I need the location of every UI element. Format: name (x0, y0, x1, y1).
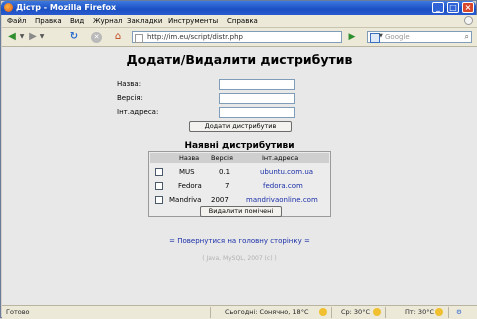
firefox-icon (4, 3, 13, 12)
status-separator (210, 307, 211, 318)
menu-help[interactable]: Справка (227, 17, 258, 25)
magnifier-icon[interactable]: ⌕ (465, 32, 469, 42)
address-label: Інт.адреса: (117, 108, 159, 116)
menu-tools[interactable]: Инструменты (168, 17, 218, 25)
menu-bar: Файл Правка Вид Журнал Закладки Инструме… (2, 15, 477, 28)
url-text[interactable]: http://im.eu/script/distr.php (147, 33, 243, 41)
row-name: MUS (179, 168, 195, 176)
weather-wednesday[interactable]: Ср: 30°C (341, 308, 370, 316)
version-field[interactable] (219, 93, 295, 104)
address-bar[interactable]: http://im.eu/script/distr.php (132, 31, 342, 43)
row-version: 7 (225, 182, 230, 190)
back-to-home-link[interactable]: = Повернутися на головну сторінку = (2, 237, 477, 245)
back-arrow-icon[interactable]: ◀ (5, 31, 19, 43)
weather-thursday[interactable]: Пт: 30°C (405, 308, 434, 316)
distributions-table: Назва Версія Інт.адреса MUS 0.1 ubuntu.c… (148, 151, 331, 217)
version-label: Версія: (117, 94, 143, 102)
menu-file[interactable]: Файл (7, 17, 26, 25)
window-title: Дістр - Mozilla Firefox (16, 3, 117, 12)
status-separator (331, 307, 332, 318)
row-checkbox[interactable] (155, 168, 163, 176)
delete-selected-button[interactable]: Видалити помічені (200, 206, 282, 217)
page-content: Додати/Видалити дистрибутив Назва: Версі… (2, 47, 477, 305)
menu-history[interactable]: Журнал (93, 17, 122, 25)
title-bar: Дістр - Mozilla Firefox _ □ × (1, 1, 476, 15)
row-address-link[interactable]: fedora.com (263, 182, 303, 190)
row-version: 0.1 (219, 168, 231, 176)
row-checkbox[interactable] (155, 182, 163, 190)
row-version: 2007 (211, 196, 229, 204)
row-name: Fedora (178, 182, 202, 190)
sun-icon (435, 308, 443, 316)
column-address: Інт.адреса (262, 154, 299, 162)
status-bar: Готово Сьогодні: Сонячно, 18°C Ср: 30°C … (2, 305, 477, 319)
weather-today[interactable]: Сьогодні: Сонячно, 18°C (225, 308, 308, 316)
page-title: Додати/Видалити дистрибутив (126, 52, 353, 67)
row-address-link[interactable]: ubuntu.com.ua (260, 168, 313, 176)
page-icon (135, 34, 143, 43)
close-button[interactable]: × (462, 2, 474, 13)
add-distribution-button[interactable]: Додати дистрибутив (189, 121, 292, 132)
engine-dropdown-icon[interactable]: ▼ (379, 33, 383, 39)
address-field[interactable] (219, 107, 295, 118)
home-icon[interactable]: ⌂ (112, 31, 124, 43)
table-row: Fedora 7 fedora.com (149, 180, 330, 193)
search-box[interactable]: ▼ Google ⌕ (367, 31, 472, 43)
go-arrow-icon[interactable]: ▶ (347, 31, 357, 43)
stop-icon[interactable]: ✕ (91, 32, 102, 43)
navigation-toolbar: ◀ ▼ ▶ ▼ ↻ ✕ ⌂ http://im.eu/script/distr.… (2, 28, 477, 47)
distributions-heading: Наявні дистрибутиви (184, 141, 295, 151)
menu-bookmarks[interactable]: Закладки (127, 17, 162, 25)
name-field[interactable] (219, 79, 295, 90)
name-label: Назва: (117, 80, 142, 88)
sun-icon (373, 308, 381, 316)
addon-icon[interactable]: ⚙ (456, 308, 462, 316)
status-text: Готово (6, 308, 30, 316)
throbber-icon (464, 16, 473, 25)
search-input[interactable]: Google (385, 33, 410, 41)
status-separator (385, 307, 386, 318)
status-separator (448, 307, 449, 318)
table-header: Назва Версія Інт.адреса (150, 153, 329, 163)
column-version: Версія (211, 154, 233, 162)
back-history-dropdown-icon[interactable]: ▼ (19, 31, 25, 43)
reload-icon[interactable]: ↻ (68, 31, 80, 43)
row-name: Mandriva (169, 196, 202, 204)
row-checkbox[interactable] (155, 196, 163, 204)
table-row: MUS 0.1 ubuntu.com.ua (149, 166, 330, 179)
forward-arrow-icon[interactable]: ▶ (27, 31, 39, 43)
column-name: Назва (179, 154, 200, 162)
browser-window: Дістр - Mozilla Firefox _ □ × Файл Правк… (0, 0, 477, 319)
row-address-link[interactable]: mandrivaonline.com (246, 196, 318, 204)
menu-view[interactable]: Вид (70, 17, 84, 25)
menu-edit[interactable]: Правка (35, 17, 62, 25)
minimize-button[interactable]: _ (432, 2, 444, 13)
page-footer: ( Java, MySQL, 2007 (c) ) (202, 255, 277, 262)
forward-history-dropdown-icon[interactable]: ▼ (39, 31, 45, 43)
maximize-button[interactable]: □ (447, 2, 459, 13)
sun-icon (319, 308, 327, 316)
